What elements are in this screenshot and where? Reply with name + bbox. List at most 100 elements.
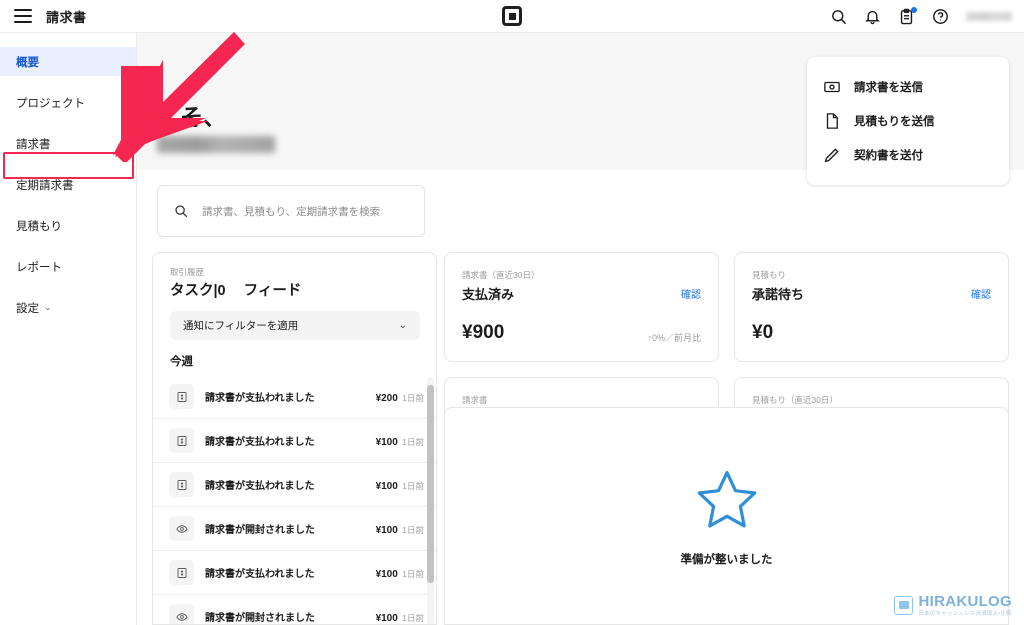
- account-name-redacted[interactable]: [966, 12, 1012, 21]
- list-item-meta: ¥100 1日前: [376, 608, 424, 625]
- sidebar-item-label: 概要: [16, 56, 39, 69]
- stat-card-kicker: 見積もり: [752, 270, 787, 280]
- list-item[interactable]: 請求書が支払われました ¥200 1日前: [153, 375, 436, 419]
- stat-card-kicker: 見積もり（直近30日）: [752, 395, 838, 405]
- top-bar-actions: [830, 0, 1012, 33]
- list-item-title: 請求書が支払われました: [205, 568, 315, 580]
- stat-card-footer: ¥0: [752, 322, 991, 344]
- sidebar-item-label: 請求書: [16, 138, 51, 151]
- list-item[interactable]: 請求書が支払われました ¥100 1日前: [153, 551, 436, 595]
- list-item[interactable]: 請求書が支払われました ¥100 1日前: [153, 419, 436, 463]
- sidebar-item-projects[interactable]: プロジェクト: [0, 88, 136, 117]
- list-item-meta: ¥100 1日前: [376, 432, 424, 450]
- list-item-time: 1日前: [402, 612, 424, 623]
- sidebar-item-recurring-invoices[interactable]: 定期請求書: [0, 170, 136, 199]
- list-item-time: 1日前: [402, 568, 424, 579]
- sidebar-item-invoices[interactable]: 請求書: [0, 129, 136, 158]
- greeting-text: こそ、: [157, 104, 226, 130]
- chevron-down-icon: ⌄: [398, 320, 407, 331]
- list-item[interactable]: 請求書が支払われました ¥100 1日前: [153, 463, 436, 507]
- watermark-logo-icon: [894, 595, 914, 615]
- quick-action-send-estimate[interactable]: 見積もりを送信: [807, 104, 1009, 138]
- list-item-time: 1日前: [402, 392, 424, 403]
- ready-panel-label: 準備が整いました: [680, 554, 773, 566]
- tab-tasks[interactable]: タスク|0: [170, 279, 226, 300]
- list-item-meta: ¥100 1日前: [376, 476, 424, 494]
- hamburger-icon[interactable]: [14, 9, 32, 23]
- stat-card-link[interactable]: 確認: [971, 286, 991, 301]
- eye-icon: [169, 516, 194, 541]
- bell-icon[interactable]: [864, 8, 881, 25]
- stat-card-paid[interactable]: 請求書（直近30日） 支払済み 確認 ¥900 ↑0%／前月比: [444, 252, 719, 362]
- list-item-meta: ¥200 1日前: [376, 388, 424, 406]
- stat-card-row: 請求書（直近30日） 支払済み 確認 ¥900 ↑0%／前月比 見積もり 承諾待…: [444, 252, 1009, 362]
- quick-action-label: 契約書を送付: [854, 150, 923, 162]
- sidebar-item-reports[interactable]: レポート: [0, 252, 136, 281]
- watermark-text: HIRAKULOG 日本のキャッシュレス決済導入・比較: [918, 594, 1012, 618]
- stat-card-header: 支払済み 確認: [462, 284, 701, 303]
- list-item-title: 請求書が支払われました: [205, 480, 315, 492]
- sidebar-item-label: 見積もり: [16, 220, 62, 233]
- quick-action-label: 請求書を送信: [854, 82, 923, 94]
- list-item-title: 請求書が開封されました: [205, 524, 315, 536]
- notification-badge: [911, 7, 917, 13]
- list-item-meta: ¥100 1日前: [376, 564, 424, 582]
- stat-card-kicker: 請求書: [462, 395, 488, 405]
- scrollbar-thumb[interactable]: [427, 385, 434, 583]
- page-title: 請求書: [46, 9, 87, 25]
- sidebar-item-settings[interactable]: 設定 ⌄: [0, 293, 136, 322]
- quick-actions-card: 請求書を送信 見積もりを送信 契約書を送付: [807, 57, 1009, 185]
- list-item-title: 請求書が開封されました: [205, 612, 315, 624]
- top-bar: 請求書: [0, 0, 1024, 33]
- money-bill-icon: [169, 428, 194, 453]
- money-bill-icon: [169, 472, 194, 497]
- sidebar-item-label: 定期請求書: [16, 179, 74, 192]
- stat-card-awaiting-approval[interactable]: 見積もり 承諾待ち 確認 ¥0: [734, 252, 1009, 362]
- quick-action-send-contract[interactable]: 契約書を送付: [807, 138, 1009, 172]
- app-root: 請求書 概要 プロジェクト 請求書 定期請求書 見積もり レポート 設定 ⌄ こ…: [0, 0, 1024, 625]
- search-icon: [174, 204, 188, 218]
- feed-filter-label: 通知にフィルターを適用: [183, 320, 299, 332]
- merchant-name-redacted: [157, 136, 275, 153]
- list-item-amount: ¥100: [375, 568, 398, 580]
- list-item-time: 1日前: [402, 480, 424, 491]
- stat-card-kicker: 請求書（直近30日）: [462, 270, 540, 280]
- feed-filter-dropdown[interactable]: 通知にフィルターを適用 ⌄: [170, 311, 420, 340]
- search-input[interactable]: 請求書、見積もり、定期請求書を検索: [157, 185, 425, 237]
- pencil-icon: [823, 146, 841, 164]
- square-logo: [502, 6, 522, 26]
- feed-section-label: 今週: [170, 356, 193, 368]
- list-item-body: 請求書が支払われました: [205, 432, 376, 450]
- feed-scrollbar[interactable]: [427, 377, 434, 624]
- list-item-body: 請求書が支払われました: [205, 388, 376, 406]
- list-item-amount: ¥100: [375, 524, 398, 536]
- sidebar: 概要 プロジェクト 請求書 定期請求書 見積もり レポート 設定 ⌄: [0, 33, 137, 625]
- sidebar-item-label: プロジェクト: [16, 97, 85, 110]
- tab-feed[interactable]: フィード: [244, 279, 302, 300]
- chevron-down-icon: ⌄: [44, 302, 52, 312]
- stat-card-title: 支払済み: [462, 287, 515, 302]
- list-item[interactable]: 請求書が開封されました ¥100 1日前: [153, 595, 436, 625]
- list-item-amount: ¥200: [375, 392, 398, 404]
- list-item-body: 請求書が開封されました: [205, 520, 376, 538]
- stat-card-link[interactable]: 確認: [681, 286, 701, 301]
- money-bill-icon: [169, 384, 194, 409]
- search-icon[interactable]: [830, 8, 847, 25]
- list-item-amount: ¥100: [375, 612, 398, 624]
- list-item-title: 請求書が支払われました: [205, 436, 315, 448]
- watermark-title: HIRAKULOG: [918, 592, 1012, 610]
- stat-card-header: 承諾待ち 確認: [752, 284, 991, 303]
- star-outline-icon: [691, 465, 763, 535]
- help-icon[interactable]: [932, 8, 949, 25]
- money-bill-icon: [169, 560, 194, 585]
- list-item-amount: ¥100: [375, 436, 398, 448]
- clipboard-icon[interactable]: [898, 7, 917, 25]
- watermark-subtitle: 日本のキャッシュレス決済導入・比較: [918, 610, 1012, 617]
- list-item[interactable]: 請求書が開封されました ¥100 1日前: [153, 507, 436, 551]
- feed-tabs: タスク|0 フィード: [170, 279, 301, 300]
- watermark: HIRAKULOG 日本のキャッシュレス決済導入・比較: [894, 594, 1012, 618]
- sidebar-item-overview[interactable]: 概要: [0, 47, 136, 76]
- sidebar-item-estimates[interactable]: 見積もり: [0, 211, 136, 240]
- stat-card-value: ¥900: [462, 322, 505, 343]
- quick-action-send-invoice[interactable]: 請求書を送信: [807, 70, 1009, 104]
